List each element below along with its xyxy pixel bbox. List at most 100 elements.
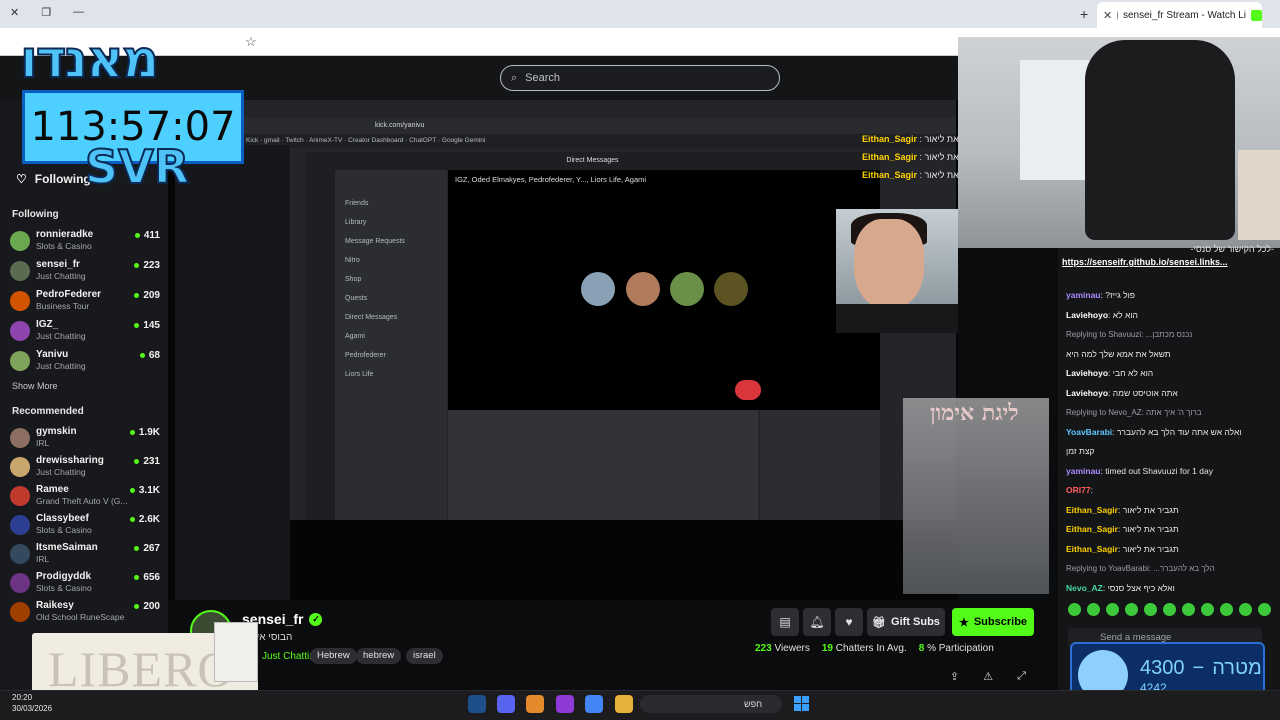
- live-dot-icon: [129, 488, 135, 493]
- discord-server-rail: [305, 170, 335, 520]
- tab-close-icon[interactable]: ✕: [1103, 9, 1112, 22]
- emote-icon[interactable]: [1239, 603, 1252, 616]
- follow-heart-button[interactable]: ♥: [835, 608, 863, 636]
- channel-viewers: 200: [134, 601, 160, 612]
- restore-window-icon[interactable]: ❐: [41, 6, 51, 19]
- sidebar-channel-item[interactable]: Prodigyddk Slots & Casino 656: [10, 570, 160, 596]
- channel-name: Yanivu: [36, 349, 69, 360]
- emote-icon[interactable]: [1087, 603, 1100, 616]
- sidebar-channel-item[interactable]: Ramee Grand Theft Auto V (G... 3.1K: [10, 483, 160, 509]
- report-icon[interactable]: ⚠: [983, 670, 993, 683]
- channel-avatar: [10, 486, 30, 506]
- emote-icon[interactable]: [1163, 603, 1176, 616]
- chat-username[interactable]: yaminau: [1066, 466, 1101, 476]
- show-more-button[interactable]: Show More: [12, 381, 58, 391]
- discord-icon[interactable]: [497, 695, 515, 713]
- chat-text: תגביר את ליאור: [1122, 543, 1179, 554]
- taskbar-search[interactable]: חפש: [640, 695, 782, 713]
- bookmark-star-icon[interactable]: ☆: [245, 34, 257, 50]
- gift-subs-button[interactable]: 🎁︎ Gift Subs: [867, 608, 945, 636]
- windows-start-icon[interactable]: [794, 696, 809, 711]
- discord-dm-item: Liors Life: [345, 371, 374, 378]
- close-window-icon[interactable]: ✕: [10, 6, 19, 19]
- channel-avatar: [10, 231, 30, 251]
- channel-viewers: 209: [134, 290, 160, 301]
- live-dot-icon: [129, 517, 135, 522]
- obs-icon[interactable]: [556, 695, 574, 713]
- chat-username[interactable]: Eithan_Sagir: [1066, 524, 1118, 534]
- sidebar-channel-item[interactable]: ronnieradke Slots & Casino 411: [10, 228, 160, 254]
- search-input[interactable]: ⌕ Search: [500, 65, 780, 91]
- channel-category: Grand Theft Auto V (G...: [36, 496, 128, 506]
- channel-avatar: [10, 457, 30, 477]
- stream-tag[interactable]: Hebrew: [310, 648, 357, 664]
- vlc-icon[interactable]: [526, 695, 544, 713]
- chat-message: yaminau: ?פול גייז: [1066, 290, 1135, 300]
- recommended-section-title: Recommended: [12, 406, 84, 417]
- stream-tag[interactable]: hebrew: [356, 648, 402, 664]
- channel-name: PedroFederer: [36, 289, 102, 300]
- share-icon[interactable]: ⇪: [950, 670, 959, 683]
- channel-category: IRL: [36, 554, 50, 564]
- emote-icon[interactable]: [1182, 603, 1195, 616]
- channel-category: Just Chatting: [36, 361, 86, 371]
- chat-username[interactable]: Laviehoyo: [1066, 368, 1108, 378]
- clip-button[interactable]: ▤: [771, 608, 799, 636]
- channel-name: IGZ_: [36, 319, 59, 330]
- discord-call-view: [448, 170, 880, 410]
- file-explorer-icon[interactable]: [615, 695, 633, 713]
- chat-username[interactable]: Laviehoyo: [1066, 310, 1108, 320]
- gift-subs-label: Gift Subs: [891, 616, 940, 628]
- discord-dm-item: Nitro: [345, 257, 360, 264]
- steam-icon[interactable]: [468, 695, 486, 713]
- minimize-window-icon[interactable]: —: [73, 6, 84, 19]
- channel-name: Raikesy: [36, 600, 74, 611]
- sidebar-channel-item[interactable]: Raikesy Old School RuneScape 200: [10, 599, 160, 625]
- sidebar-channel-item[interactable]: drewissharing Just Chatting 231: [10, 454, 160, 480]
- channel-viewers: 223: [134, 260, 160, 271]
- chat-username[interactable]: yaminau: [1066, 290, 1101, 300]
- discord-dm-item: Shop: [345, 276, 362, 283]
- stream-tag[interactable]: israel: [406, 648, 443, 664]
- chat-username[interactable]: Eithan_Sagir: [1066, 505, 1118, 515]
- sidebar-channel-item[interactable]: IGZ_ Just Chatting 145: [10, 318, 160, 344]
- chat-username[interactable]: Nevo_AZ: [1066, 583, 1103, 593]
- subscribe-button[interactable]: ★ Subscribe: [952, 608, 1034, 636]
- notification-bell-button[interactable]: 🔔︎: [803, 608, 831, 636]
- discord-dm-item: Friends: [345, 200, 369, 207]
- chat-username[interactable]: YoavBarabi: [1066, 427, 1112, 437]
- emote-icon[interactable]: [1068, 603, 1081, 616]
- sidebar-channel-item[interactable]: gymskin IRL 1.9K: [10, 425, 160, 451]
- sidebar-channel-item[interactable]: sensei_fr Just Chatting 223: [10, 258, 160, 284]
- sidebar-channel-item[interactable]: Yanivu Just Chatting 68: [10, 348, 160, 374]
- new-tab-button[interactable]: +: [1080, 6, 1088, 22]
- browser-tab-active[interactable]: ✕ sensei_fr Stream - Watch Li: [1097, 2, 1262, 28]
- emote-icon[interactable]: [1106, 603, 1119, 616]
- chat-message: Nevo_AZ: ואלא כיף אצל סנסי: [1066, 582, 1175, 593]
- chrome-icon[interactable]: [585, 695, 603, 713]
- theater-icon[interactable]: ⤢: [1017, 670, 1026, 683]
- chat-username[interactable]: ORI77: [1066, 485, 1091, 495]
- inner-dm-bar: Direct Messages: [305, 152, 880, 170]
- emote-icon[interactable]: [1125, 603, 1138, 616]
- chat-username[interactable]: Eithan_Sagir: [1066, 544, 1118, 554]
- channel-name: gymskin: [36, 426, 77, 437]
- chat-text: אתה אוטיסט שמה: [1112, 387, 1178, 398]
- sidebar-following-link[interactable]: ♡ Following: [16, 172, 91, 186]
- chat-username[interactable]: Laviehoyo: [1066, 388, 1108, 398]
- emote-icon[interactable]: [1201, 603, 1214, 616]
- emote-icon[interactable]: [1258, 603, 1271, 616]
- pinned-link[interactable]: https://senseifr.github.io/sensei.links.…: [1062, 256, 1274, 269]
- sidebar-channel-item[interactable]: ItsmeSaiman IRL 267: [10, 541, 160, 567]
- channel-category: Slots & Casino: [36, 241, 92, 251]
- emote-icon[interactable]: [1220, 603, 1233, 616]
- perfume-bottle-image: [214, 622, 258, 682]
- channel-avatar: [10, 602, 30, 622]
- emote-icon[interactable]: [1144, 603, 1157, 616]
- sidebar-channel-item[interactable]: PedroFederer Business Tour 209: [10, 288, 160, 314]
- channel-name: ronnieradke: [36, 229, 94, 240]
- channel-category: Just Chatting: [36, 467, 86, 477]
- sidebar-channel-item[interactable]: Classybeef Slots & Casino 2.6K: [10, 512, 160, 538]
- chat-text: ואלה אש אתה עוד הלך בא להעברר: [1116, 426, 1242, 437]
- chat-message: ORI77:: [1066, 485, 1093, 495]
